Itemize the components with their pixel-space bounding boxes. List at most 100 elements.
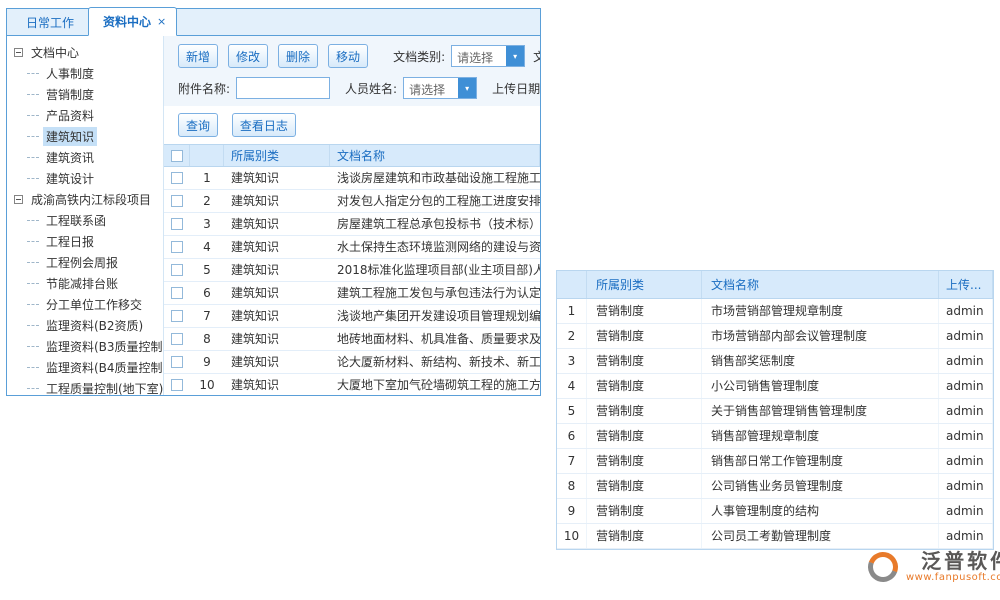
row-checkbox[interactable]	[171, 379, 183, 391]
row-docname[interactable]: 大厦地下室加气砼墙砌筑工程的施工方...	[330, 374, 540, 395]
tree-item[interactable]: 建筑资讯	[14, 147, 163, 168]
add-button[interactable]: 新增	[178, 44, 218, 68]
tree-item-label: 工程日报	[43, 232, 97, 251]
move-button[interactable]: 移动	[328, 44, 368, 68]
tab-daily-work[interactable]: 日常工作	[12, 9, 88, 35]
tree-item[interactable]: 工程例会周报	[14, 252, 163, 273]
table-row[interactable]: 1 建筑知识 浅谈房屋建筑和市政基础设施工程施工...	[164, 167, 540, 190]
row-docname[interactable]: 2018标准化监理项目部(业主项目部)人员...	[330, 259, 540, 281]
document-table: 所属别类 文档名称 1 建筑知识 浅谈房屋建筑和市政基础设施工程施工... 2 …	[164, 144, 540, 395]
row-docname[interactable]: 关于销售部管理销售管理制度	[702, 399, 939, 423]
table-row[interactable]: 4 营销制度 小公司销售管理制度 admin	[557, 374, 993, 399]
attachment-name-input[interactable]	[236, 77, 330, 99]
person-name-label: 人员姓名:	[345, 80, 397, 97]
row-checkbox[interactable]	[171, 195, 183, 207]
tree-item[interactable]: 工程日报	[14, 231, 163, 252]
tree-item-label: 分工单位工作移交	[43, 295, 145, 314]
tree-item[interactable]: 监理资料(B4质量控制)	[14, 357, 163, 378]
table-row[interactable]: 8 建筑知识 地砖地面材料、机具准备、质量要求及...	[164, 328, 540, 351]
row-checkbox[interactable]	[171, 287, 183, 299]
row-docname[interactable]: 市场营销部内部会议管理制度	[702, 324, 939, 348]
tab-close-icon[interactable]: ×	[157, 17, 166, 27]
table-row[interactable]: 6 营销制度 销售部管理规章制度 admin	[557, 424, 993, 449]
row-index: 10	[190, 374, 224, 395]
row-docname[interactable]: 浅谈房屋建筑和市政基础设施工程施工...	[330, 167, 540, 189]
row-docname[interactable]: 水土保持生态环境监测网络的建设与资...	[330, 236, 540, 258]
row-docname[interactable]: 公司员工考勤管理制度	[702, 524, 939, 548]
row-index: 6	[557, 424, 587, 448]
row-index: 2	[557, 324, 587, 348]
row-checkbox-cell	[164, 282, 190, 304]
tree-item[interactable]: 工程联系函	[14, 210, 163, 231]
row-docname[interactable]: 房屋建筑工程总承包投标书（技术标）...	[330, 213, 540, 235]
query-button[interactable]: 查询	[178, 113, 218, 137]
delete-button[interactable]: 删除	[278, 44, 318, 68]
tree-item[interactable]: 监理资料(B3质量控制)	[14, 336, 163, 357]
table-row[interactable]: 5 营销制度 关于销售部管理销售管理制度 admin	[557, 399, 993, 424]
tree-item[interactable]: 建筑设计	[14, 168, 163, 189]
collapse-icon[interactable]	[14, 195, 23, 204]
tree-item[interactable]: 节能减排台账	[14, 273, 163, 294]
row-checkbox[interactable]	[171, 310, 183, 322]
row-category: 建筑知识	[224, 167, 330, 189]
select-all-checkbox[interactable]	[171, 150, 183, 162]
row-docname[interactable]: 地砖地面材料、机具准备、质量要求及...	[330, 328, 540, 350]
tree-item[interactable]: 分工单位工作移交	[14, 294, 163, 315]
table-row[interactable]: 2 营销制度 市场营销部内部会议管理制度 admin	[557, 324, 993, 349]
row-docname[interactable]: 论大厦新材料、新结构、新技术、新工...	[330, 351, 540, 373]
table-row[interactable]: 7 营销制度 销售部日常工作管理制度 admin	[557, 449, 993, 474]
row-docname[interactable]: 销售部日常工作管理制度	[702, 449, 939, 473]
table-row[interactable]: 8 营销制度 公司销售业务员管理制度 admin	[557, 474, 993, 499]
tree-item[interactable]: 建筑知识	[14, 126, 163, 147]
filter-area: 新增 修改 删除 移动 文档类别: 请选择 ▾ 文档 附件名称:	[164, 36, 540, 106]
row-checkbox[interactable]	[171, 241, 183, 253]
row-checkbox[interactable]	[171, 172, 183, 184]
tree-item[interactable]: 营销制度	[14, 84, 163, 105]
row-docname[interactable]: 对发包人指定分包的工程施工进度安排...	[330, 190, 540, 212]
document-table-header: 所属别类 文档名称	[164, 145, 540, 167]
tree-item[interactable]: 监理资料(B2资质)	[14, 315, 163, 336]
tree-connector-line	[27, 346, 39, 347]
doc-category-value: 请选择	[452, 46, 506, 66]
row-docname[interactable]: 人事管理制度的结构	[702, 499, 939, 523]
row-docname[interactable]: 销售部管理规章制度	[702, 424, 939, 448]
tree-root-document-center[interactable]: 文档中心	[14, 42, 163, 63]
view-log-button[interactable]: 查看日志	[232, 113, 296, 137]
row-docname[interactable]: 市场营销部管理规章制度	[702, 299, 939, 323]
row-docname[interactable]: 建筑工程施工发包与承包违法行为认定...	[330, 282, 540, 304]
row-docname[interactable]: 公司销售业务员管理制度	[702, 474, 939, 498]
row-checkbox[interactable]	[171, 218, 183, 230]
table-row[interactable]: 2 建筑知识 对发包人指定分包的工程施工进度安排...	[164, 190, 540, 213]
table-row[interactable]: 6 建筑知识 建筑工程施工发包与承包违法行为认定...	[164, 282, 540, 305]
table-row[interactable]: 7 建筑知识 浅谈地产集团开发建设项目管理规划编...	[164, 305, 540, 328]
tree-item[interactable]: 人事制度	[14, 63, 163, 84]
tab-data-center[interactable]: 资料中心 ×	[88, 7, 177, 36]
row-docname[interactable]: 销售部奖惩制度	[702, 349, 939, 373]
row-checkbox[interactable]	[171, 356, 183, 368]
table-row[interactable]: 5 建筑知识 2018标准化监理项目部(业主项目部)人员...	[164, 259, 540, 282]
table-row[interactable]: 3 营销制度 销售部奖惩制度 admin	[557, 349, 993, 374]
table-row[interactable]: 10 营销制度 公司员工考勤管理制度 admin	[557, 524, 993, 549]
table-row[interactable]: 9 建筑知识 论大厦新材料、新结构、新技术、新工...	[164, 351, 540, 374]
row-docname[interactable]: 浅谈地产集团开发建设项目管理规划编...	[330, 305, 540, 327]
table-row[interactable]: 10 建筑知识 大厦地下室加气砼墙砌筑工程的施工方...	[164, 374, 540, 395]
collapse-icon[interactable]	[14, 48, 23, 57]
row-checkbox-cell	[164, 305, 190, 327]
chevron-down-icon: ▾	[458, 78, 476, 98]
table-row[interactable]: 9 营销制度 人事管理制度的结构 admin	[557, 499, 993, 524]
fanpu-logo-icon	[863, 547, 903, 587]
tree-item[interactable]: 产品资料	[14, 105, 163, 126]
table-row[interactable]: 4 建筑知识 水土保持生态环境监测网络的建设与资...	[164, 236, 540, 259]
row-checkbox[interactable]	[171, 333, 183, 345]
row-checkbox[interactable]	[171, 264, 183, 276]
doc-category-select[interactable]: 请选择 ▾	[451, 45, 525, 67]
modify-button[interactable]: 修改	[228, 44, 268, 68]
row-index: 9	[190, 351, 224, 373]
person-name-select[interactable]: 请选择 ▾	[403, 77, 477, 99]
marketing-table-window: 所属别类 文档名称 上传... 1 营销制度 市场营销部管理规章制度 admin…	[556, 270, 994, 550]
row-docname[interactable]: 小公司销售管理制度	[702, 374, 939, 398]
table-row[interactable]: 3 建筑知识 房屋建筑工程总承包投标书（技术标）...	[164, 213, 540, 236]
tree-item[interactable]: 工程质量控制(地下室)	[14, 378, 163, 395]
table-row[interactable]: 1 营销制度 市场营销部管理规章制度 admin	[557, 299, 993, 324]
tree-root-project[interactable]: 成渝高铁内江标段项目	[14, 189, 163, 210]
